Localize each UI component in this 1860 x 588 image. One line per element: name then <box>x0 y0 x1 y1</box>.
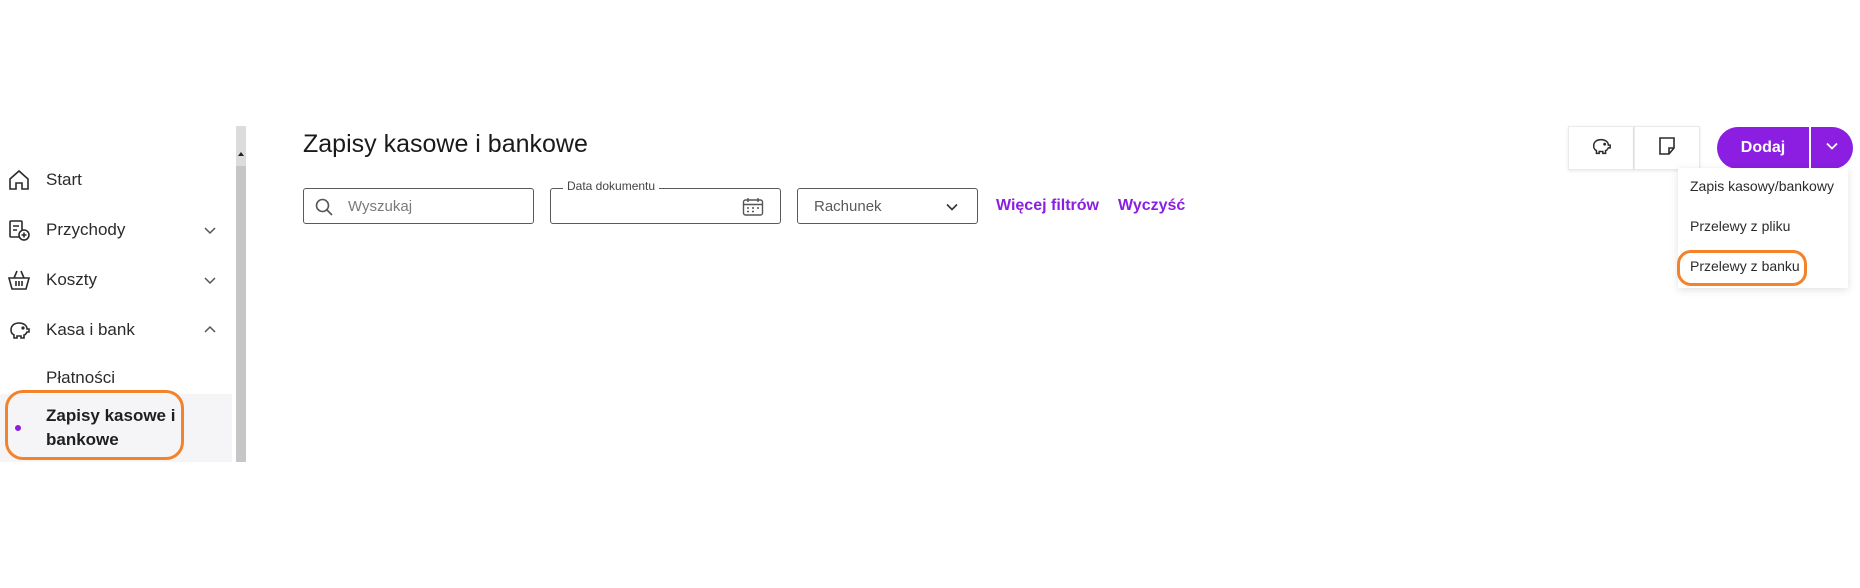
piggy-bank-icon <box>6 317 32 343</box>
chevron-down-icon <box>945 200 959 214</box>
sidebar-item-label: Koszty <box>46 270 98 289</box>
sidebar-subitem-label: Zapisy kasowe i bankowe <box>46 406 176 449</box>
sidebar-item-label: Przychody <box>46 220 126 239</box>
sidebar-item-kasa-i-bank[interactable]: Kasa i bank <box>0 306 232 354</box>
home-icon <box>6 167 32 193</box>
document-button[interactable] <box>1634 126 1700 170</box>
menu-item-label: Przelewy z banku <box>1690 258 1800 274</box>
add-dropdown-toggle[interactable] <box>1811 127 1853 169</box>
more-filters-link[interactable]: Więcej filtrów <box>996 197 1099 215</box>
scrollbar-thumb[interactable] <box>236 166 246 462</box>
sidebar-subitem-label: Płatności <box>46 368 115 387</box>
sidebar-subitem-zapisy[interactable]: Zapisy kasowe i bankowe <box>0 394 232 462</box>
menu-item-label: Przelewy z pliku <box>1690 218 1791 234</box>
account-placeholder: Rachunek <box>814 198 882 215</box>
sidebar-item-koszty[interactable]: Koszty <box>0 256 232 304</box>
sidebar-item-przychody[interactable]: Przychody <box>0 206 232 254</box>
scroll-up-icon[interactable] <box>236 146 246 162</box>
add-button[interactable]: Dodaj <box>1717 127 1809 169</box>
basket-icon <box>6 267 32 293</box>
menu-item-zapis[interactable]: Zapis kasowy/bankowy <box>1678 168 1848 206</box>
menu-item-przelewy-z-banku[interactable]: Przelewy z banku <box>1678 248 1848 286</box>
search-input[interactable]: Wyszukaj <box>303 188 534 224</box>
income-icon <box>6 217 32 243</box>
chevron-down-icon <box>1825 139 1839 158</box>
piggy-bank-icon <box>1590 135 1612 162</box>
clear-filters-link[interactable]: Wyczyść <box>1118 197 1185 215</box>
active-indicator <box>15 425 21 431</box>
piggy-bank-button[interactable] <box>1568 126 1634 170</box>
date-field[interactable]: Data dokumentu <box>550 179 781 224</box>
sidebar: Start Przychody Koszty Kasa i bank Płatn… <box>0 126 235 462</box>
page-title: Zapisy kasowe i bankowe <box>303 130 588 158</box>
chevron-down-icon <box>202 272 218 288</box>
search-icon <box>314 197 334 217</box>
menu-item-label: Zapis kasowy/bankowy <box>1690 178 1834 194</box>
sidebar-item-label: Start <box>46 170 82 189</box>
document-icon <box>1657 136 1677 161</box>
sidebar-item-start[interactable]: Start <box>0 156 232 204</box>
date-field-label: Data dokumentu <box>563 179 660 193</box>
calendar-icon[interactable] <box>742 197 764 217</box>
sidebar-item-label: Kasa i bank <box>46 320 135 339</box>
account-select[interactable]: Rachunek <box>797 188 978 224</box>
add-dropdown-menu: Zapis kasowy/bankowy Przelewy z pliku Pr… <box>1678 168 1848 288</box>
search-placeholder: Wyszukaj <box>348 198 413 215</box>
chevron-down-icon <box>202 222 218 238</box>
chevron-up-icon <box>202 322 218 338</box>
menu-item-przelewy-z-pliku[interactable]: Przelewy z pliku <box>1678 208 1848 246</box>
